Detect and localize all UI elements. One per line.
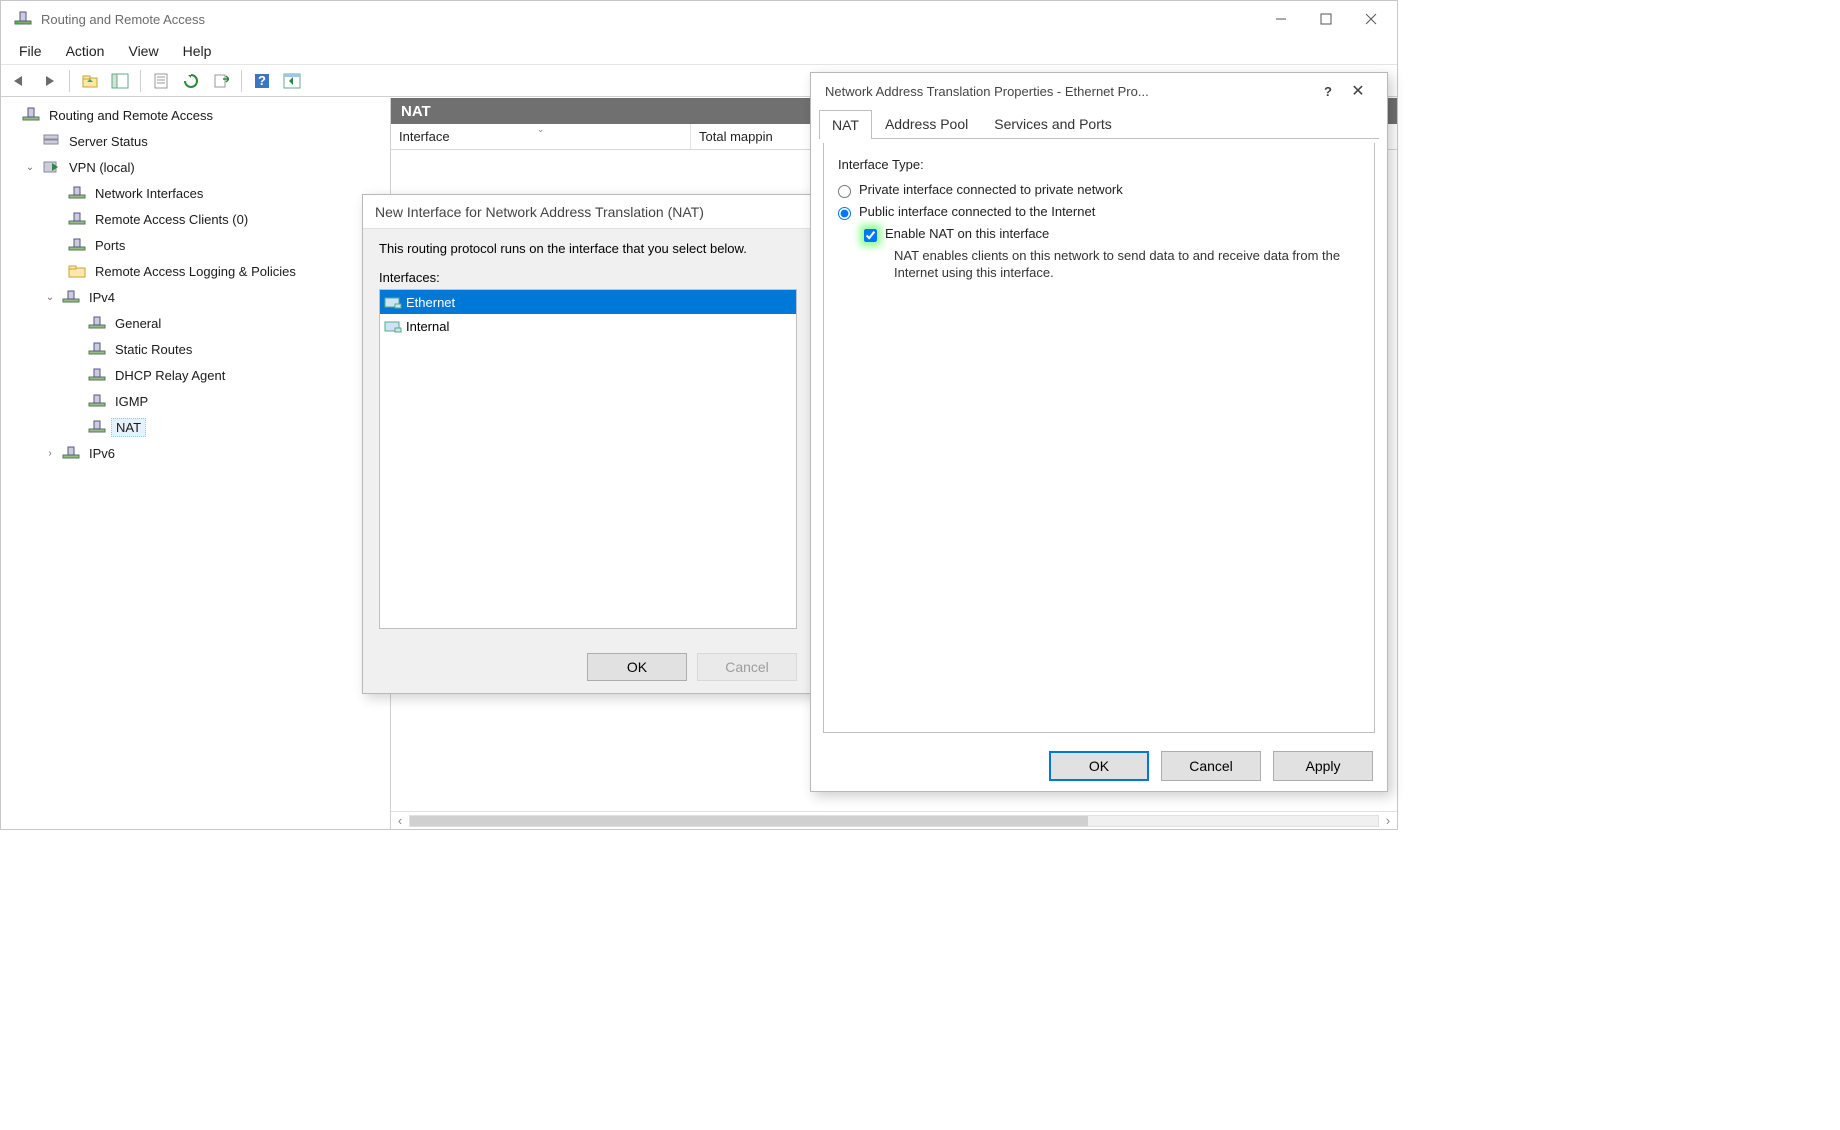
- titlebar: Routing and Remote Access: [1, 1, 1397, 37]
- tree-root[interactable]: ▸ Routing and Remote Access: [1, 102, 390, 128]
- tree-ipv6[interactable]: › IPv6: [1, 440, 390, 466]
- menu-action[interactable]: Action: [54, 39, 117, 63]
- tree-igmp[interactable]: IGMP: [1, 388, 390, 414]
- dialog-new-interface: New Interface for Network Address Transl…: [362, 194, 814, 694]
- help-button[interactable]: ?: [1313, 84, 1343, 99]
- radio-private[interactable]: Private interface connected to private n…: [838, 182, 1360, 198]
- hscrollbar[interactable]: ‹ ›: [391, 811, 1397, 829]
- tree-vpn[interactable]: ⌄ VPN (local): [1, 154, 390, 180]
- menu-file[interactable]: File: [7, 39, 54, 63]
- interfaces-label: Interfaces:: [379, 270, 797, 285]
- tree-dhcp-relay[interactable]: DHCP Relay Agent: [1, 362, 390, 388]
- radio-public[interactable]: Public interface connected to the Intern…: [838, 204, 1360, 220]
- toolbar-back[interactable]: [5, 69, 33, 93]
- dialog2-title: Network Address Translation Properties -…: [825, 84, 1313, 99]
- menu-help[interactable]: Help: [171, 39, 224, 63]
- route-icon: [87, 313, 107, 333]
- dialog1-title: New Interface for Network Address Transl…: [363, 195, 813, 229]
- dialog2-titlebar: Network Address Translation Properties -…: [811, 73, 1387, 109]
- scroll-thumb[interactable]: [410, 816, 1088, 826]
- server-icon: [41, 131, 61, 151]
- server-running-icon: [41, 157, 61, 177]
- toolbar-help-icon[interactable]: ?: [248, 69, 276, 93]
- nic-icon: [384, 318, 402, 334]
- ipv4-icon: [61, 287, 81, 307]
- nic-icon: [67, 183, 87, 203]
- tree-logging[interactable]: Remote Access Logging & Policies: [1, 258, 390, 284]
- app-icon: [11, 7, 35, 31]
- svg-text:?: ?: [258, 73, 266, 88]
- interfaces-listbox[interactable]: Ethernet Internal: [379, 289, 797, 629]
- scroll-left-icon[interactable]: ‹: [391, 812, 409, 830]
- scroll-track[interactable]: [409, 815, 1379, 827]
- cancel-button[interactable]: Cancel: [697, 653, 797, 681]
- checkbox-enable-nat[interactable]: Enable NAT on this interface: [864, 226, 1360, 242]
- interface-type-label: Interface Type:: [838, 157, 1360, 172]
- list-item[interactable]: Internal: [380, 314, 796, 338]
- tabs: NAT Address Pool Services and Ports: [819, 109, 1379, 139]
- menu-view[interactable]: View: [116, 39, 170, 63]
- tree-network-interfaces[interactable]: Network Interfaces: [1, 180, 390, 206]
- tree-server-status[interactable]: ▸ Server Status: [1, 128, 390, 154]
- list-item[interactable]: Ethernet: [380, 290, 796, 314]
- toolbar-showhide-icon[interactable]: [106, 69, 134, 93]
- route-icon: [87, 339, 107, 359]
- tabpage-nat: Interface Type: Private interface connec…: [823, 143, 1375, 733]
- tree-root-label: Routing and Remote Access: [45, 107, 217, 124]
- tree-general[interactable]: General: [1, 310, 390, 336]
- apply-button[interactable]: Apply: [1273, 751, 1373, 781]
- route-icon: [87, 417, 107, 437]
- chevron-down-icon[interactable]: ⌄: [43, 292, 57, 303]
- ipv6-icon: [61, 443, 81, 463]
- maximize-button[interactable]: [1303, 4, 1348, 34]
- cancel-button[interactable]: Cancel: [1161, 751, 1261, 781]
- tab-address-pool[interactable]: Address Pool: [872, 109, 981, 138]
- ok-button[interactable]: OK: [587, 653, 687, 681]
- nic-icon: [384, 294, 402, 310]
- close-button[interactable]: ✕: [1343, 81, 1373, 101]
- tree-static-routes[interactable]: Static Routes: [1, 336, 390, 362]
- tree-remote-access-clients[interactable]: Remote Access Clients (0): [1, 206, 390, 232]
- toolbar-export-icon[interactable]: [207, 69, 235, 93]
- toolbar-up-icon[interactable]: [76, 69, 104, 93]
- tab-services-ports[interactable]: Services and Ports: [981, 109, 1125, 138]
- toolbar-refresh-icon[interactable]: [177, 69, 205, 93]
- toolbar-forward[interactable]: [35, 69, 63, 93]
- enable-nat-desc: NAT enables clients on this network to s…: [894, 248, 1360, 282]
- chevron-down-icon[interactable]: ⌄: [23, 162, 37, 173]
- tree-ipv4[interactable]: ⌄ IPv4: [1, 284, 390, 310]
- route-icon: [87, 365, 107, 385]
- ok-button[interactable]: OK: [1049, 751, 1149, 781]
- close-button[interactable]: [1348, 4, 1393, 34]
- minimize-button[interactable]: [1258, 4, 1303, 34]
- scroll-right-icon[interactable]: ›: [1379, 812, 1397, 830]
- ports-icon: [67, 235, 87, 255]
- dialog1-desc: This routing protocol runs on the interf…: [379, 241, 797, 256]
- tab-nat[interactable]: NAT: [819, 110, 872, 139]
- tree-ports[interactable]: Ports: [1, 232, 390, 258]
- tree-nat[interactable]: NAT: [1, 414, 390, 440]
- folder-icon: [67, 261, 87, 281]
- route-icon: [87, 391, 107, 411]
- rras-icon: [21, 105, 41, 125]
- toolbar-properties-icon[interactable]: [147, 69, 175, 93]
- window-title: Routing and Remote Access: [41, 12, 1258, 27]
- nav-tree[interactable]: ▸ Routing and Remote Access ▸ Server Sta…: [1, 98, 391, 829]
- col-interface[interactable]: ⌄Interface: [391, 124, 691, 149]
- clients-icon: [67, 209, 87, 229]
- chevron-right-icon[interactable]: ›: [43, 448, 57, 459]
- menubar: File Action View Help: [1, 37, 1397, 65]
- toolbar-showall-icon[interactable]: [278, 69, 306, 93]
- sort-asc-icon: ⌄: [537, 124, 545, 135]
- dialog-nat-properties: Network Address Translation Properties -…: [810, 72, 1388, 792]
